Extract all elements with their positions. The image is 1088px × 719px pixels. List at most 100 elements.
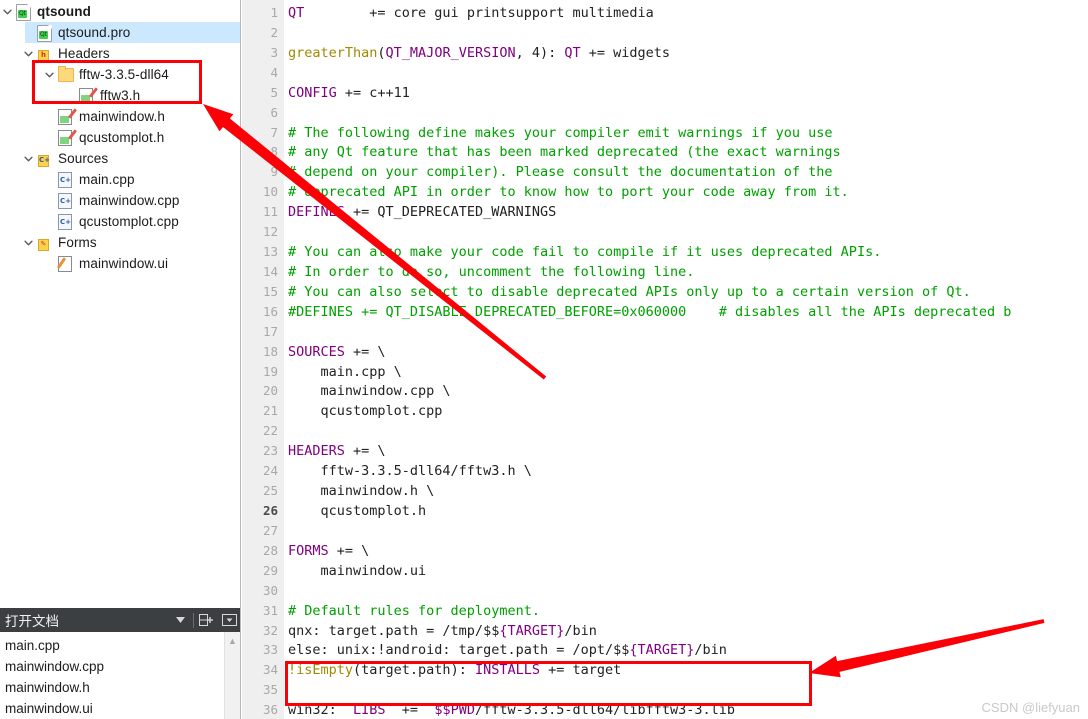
code-token: # The following define makes your compil… (288, 124, 833, 141)
code-line[interactable]: # You can also select to disable depreca… (288, 282, 971, 302)
cpp-file-icon: C+ (57, 192, 74, 209)
tree-item-forms[interactable]: ✎ Forms (0, 232, 240, 253)
code-line[interactable]: else: unix:!android: target.path = /opt/… (288, 640, 727, 660)
open-document-item[interactable]: mainwindow.cpp (0, 656, 225, 677)
code-line[interactable]: mainwindow.ui (288, 561, 427, 581)
code-line[interactable]: QT += core gui printsupport multimedia (288, 3, 654, 23)
tree-item-label: qcustomplot.h (79, 130, 165, 145)
code-line[interactable]: FORMS += \ (288, 541, 369, 561)
code-line[interactable]: SOURCES += \ (288, 342, 386, 362)
chevron-down-icon[interactable] (42, 72, 57, 78)
line-number: 28 (262, 542, 278, 558)
ui-file-icon (56, 255, 74, 272)
tree-item-label: main.cpp (79, 172, 135, 187)
chevron-down-icon[interactable] (169, 609, 191, 631)
tree-item-main-cpp[interactable]: C+ main.cpp (0, 169, 240, 190)
tree-item-mainwindow-cpp[interactable]: C+ mainwindow.cpp (0, 190, 240, 211)
left-panel: Qt qtsound Qt qtsound.pro h Headers fftw-3.3.5… (0, 0, 241, 719)
toolbar-divider (193, 612, 194, 628)
line-number: 19 (262, 363, 278, 379)
chevron-down-icon[interactable] (0, 9, 15, 15)
tree-item-sources[interactable]: C+ Sources (0, 148, 240, 169)
code-line[interactable]: fftw-3.3.5-dll64/fftw3.h \ (288, 461, 532, 481)
tree-item-qtsound[interactable]: Qt qtsound (0, 1, 240, 22)
code-line[interactable]: DEFINES += QT_DEPRECATED_WARNINGS (288, 202, 556, 222)
code-line[interactable]: qnx: target.path = /tmp/$${TARGET}/bin (288, 621, 597, 641)
code-token: main.cpp \ (288, 363, 402, 380)
code-token: QT_MAJOR_VERSION (385, 44, 516, 61)
tree-item-label: mainwindow.cpp (79, 193, 180, 208)
code-token: qnx: target.path = /tmp/$$ (288, 622, 500, 639)
code-line[interactable]: CONFIG += c++11 (288, 83, 410, 103)
tree-item-headers[interactable]: h Headers (0, 43, 240, 64)
code-line[interactable]: # Default rules for deployment. (288, 601, 540, 621)
code-token: mainwindow.ui (288, 562, 427, 579)
chevron-down-icon[interactable] (21, 156, 36, 162)
qt-pro-file-icon: Qt (36, 24, 53, 42)
code-token: mainwindow.cpp \ (288, 383, 451, 400)
line-number: 9 (270, 164, 278, 180)
code-token: /fftw-3.3.5-dll64/libfftw3-3.lib (474, 702, 736, 719)
tree-item-mainwindow-h[interactable]: mainwindow.h (0, 106, 240, 127)
code-line[interactable]: qcustomplot.cpp (288, 401, 443, 421)
code-line[interactable]: # In order to do so, uncomment the follo… (288, 262, 694, 282)
code-line[interactable]: # You can also make your code fail to co… (288, 242, 881, 262)
code-token: ( (377, 44, 386, 61)
chevron-down-icon[interactable] (21, 240, 36, 246)
code-line[interactable]: mainwindow.cpp \ (288, 381, 451, 401)
line-number-gutter: 1 2 3 4 5 6 7 8 9 10 11 12 13 14 15 16 17 18 19 20 21 22 23 24 2… (242, 0, 284, 719)
code-line[interactable]: # any Qt feature that has been marked de… (288, 142, 841, 162)
scroll-up-icon[interactable]: ▲ (225, 636, 240, 646)
code-text-area[interactable]: QT += core gui printsupport multimedia gr… (284, 0, 1088, 719)
line-number: 32 (262, 622, 278, 638)
code-token: !isEmpty (288, 662, 354, 679)
code-line[interactable]: main.cpp \ (288, 362, 402, 382)
code-token: else: unix:!android: target.path = /opt/… (288, 642, 630, 659)
qt-project-icon: Qt (15, 3, 32, 21)
code-line[interactable]: qcustomplot.h (288, 501, 427, 521)
open-document-item[interactable]: main.cpp (0, 635, 225, 656)
open-documents-list[interactable]: main.cpp mainwindow.cpp mainwindow.h mainwi… (0, 632, 225, 719)
tree-item-label: mainwindow.h (79, 109, 165, 124)
tree-item-qcustomplot-cpp[interactable]: C+ qcustomplot.cpp (0, 211, 240, 232)
sources-folder-icon: C+ (36, 150, 53, 167)
code-line[interactable]: win32: LIBS += $$PWD/fftw-3.3.5-dll64/li… (288, 700, 735, 719)
code-token: += \ (344, 343, 386, 360)
tree-item-label: qtsound.pro (58, 25, 131, 40)
code-line[interactable]: mainwindow.h \ (288, 481, 435, 501)
line-number: 21 (262, 403, 278, 419)
tree-item-qcustomplot-h[interactable]: qcustomplot.h (0, 127, 240, 148)
header-file-icon (57, 108, 78, 125)
code-token: # You can also select to disable depreca… (288, 283, 971, 300)
code-line[interactable]: #DEFINES += QT_DISABLE_DEPRECATED_BEFORE… (288, 302, 1011, 322)
code-line[interactable]: # depend on your compiler). Please consu… (288, 162, 833, 182)
code-line[interactable]: HEADERS += \ (288, 441, 386, 461)
open-document-item[interactable]: mainwindow.ui (0, 698, 225, 719)
code-line[interactable]: # deprecated API in order to know how to… (288, 182, 849, 202)
line-number: 12 (262, 224, 278, 240)
tree-item-qtsound-pro[interactable]: Qt qtsound.pro (0, 22, 240, 43)
open-document-item[interactable]: mainwindow.h (0, 677, 225, 698)
code-token: fftw-3.3.5-dll64/fftw3.h \ (288, 463, 532, 480)
code-line[interactable]: greaterThan(QT_MAJOR_VERSION, 4): QT += … (288, 43, 670, 63)
tree-item-fftw3-h[interactable]: fftw3.h (0, 85, 240, 106)
code-line[interactable]: # The following define makes your compil… (288, 123, 833, 143)
code-line[interactable]: !isEmpty(target.path): INSTALLS += targe… (288, 660, 621, 680)
line-number: 22 (262, 423, 278, 439)
code-editor[interactable]: 1 2 3 4 5 6 7 8 9 10 11 12 13 14 15 16 17 18 19 20 21 22 23 24 2… (242, 0, 1088, 719)
split-view-icon[interactable] (196, 609, 218, 631)
panel-options-icon[interactable] (218, 609, 240, 631)
open-documents-panel: 打开文档 main.cpp mainwindow.cpp mainwindow.… (0, 608, 240, 719)
code-token: += \ (328, 542, 370, 559)
forms-folder-icon: ✎ (36, 234, 53, 251)
open-documents-scrollbar[interactable]: ▲ (224, 632, 240, 719)
chevron-down-icon[interactable] (21, 51, 36, 57)
code-token: greaterThan (288, 44, 378, 61)
project-tree[interactable]: Qt qtsound Qt qtsound.pro h Headers fftw-3.3.5… (0, 0, 240, 608)
tree-item-fftw-3-3-5-dll64[interactable]: fftw-3.3.5-dll64 (0, 64, 240, 85)
tree-item-mainwindow-ui[interactable]: mainwindow.ui (0, 253, 240, 274)
line-number: 36 (262, 702, 278, 718)
line-number: 23 (262, 443, 278, 459)
tree-item-label: fftw3.h (100, 88, 141, 103)
code-token: # You can also make your code fail to co… (288, 244, 882, 261)
